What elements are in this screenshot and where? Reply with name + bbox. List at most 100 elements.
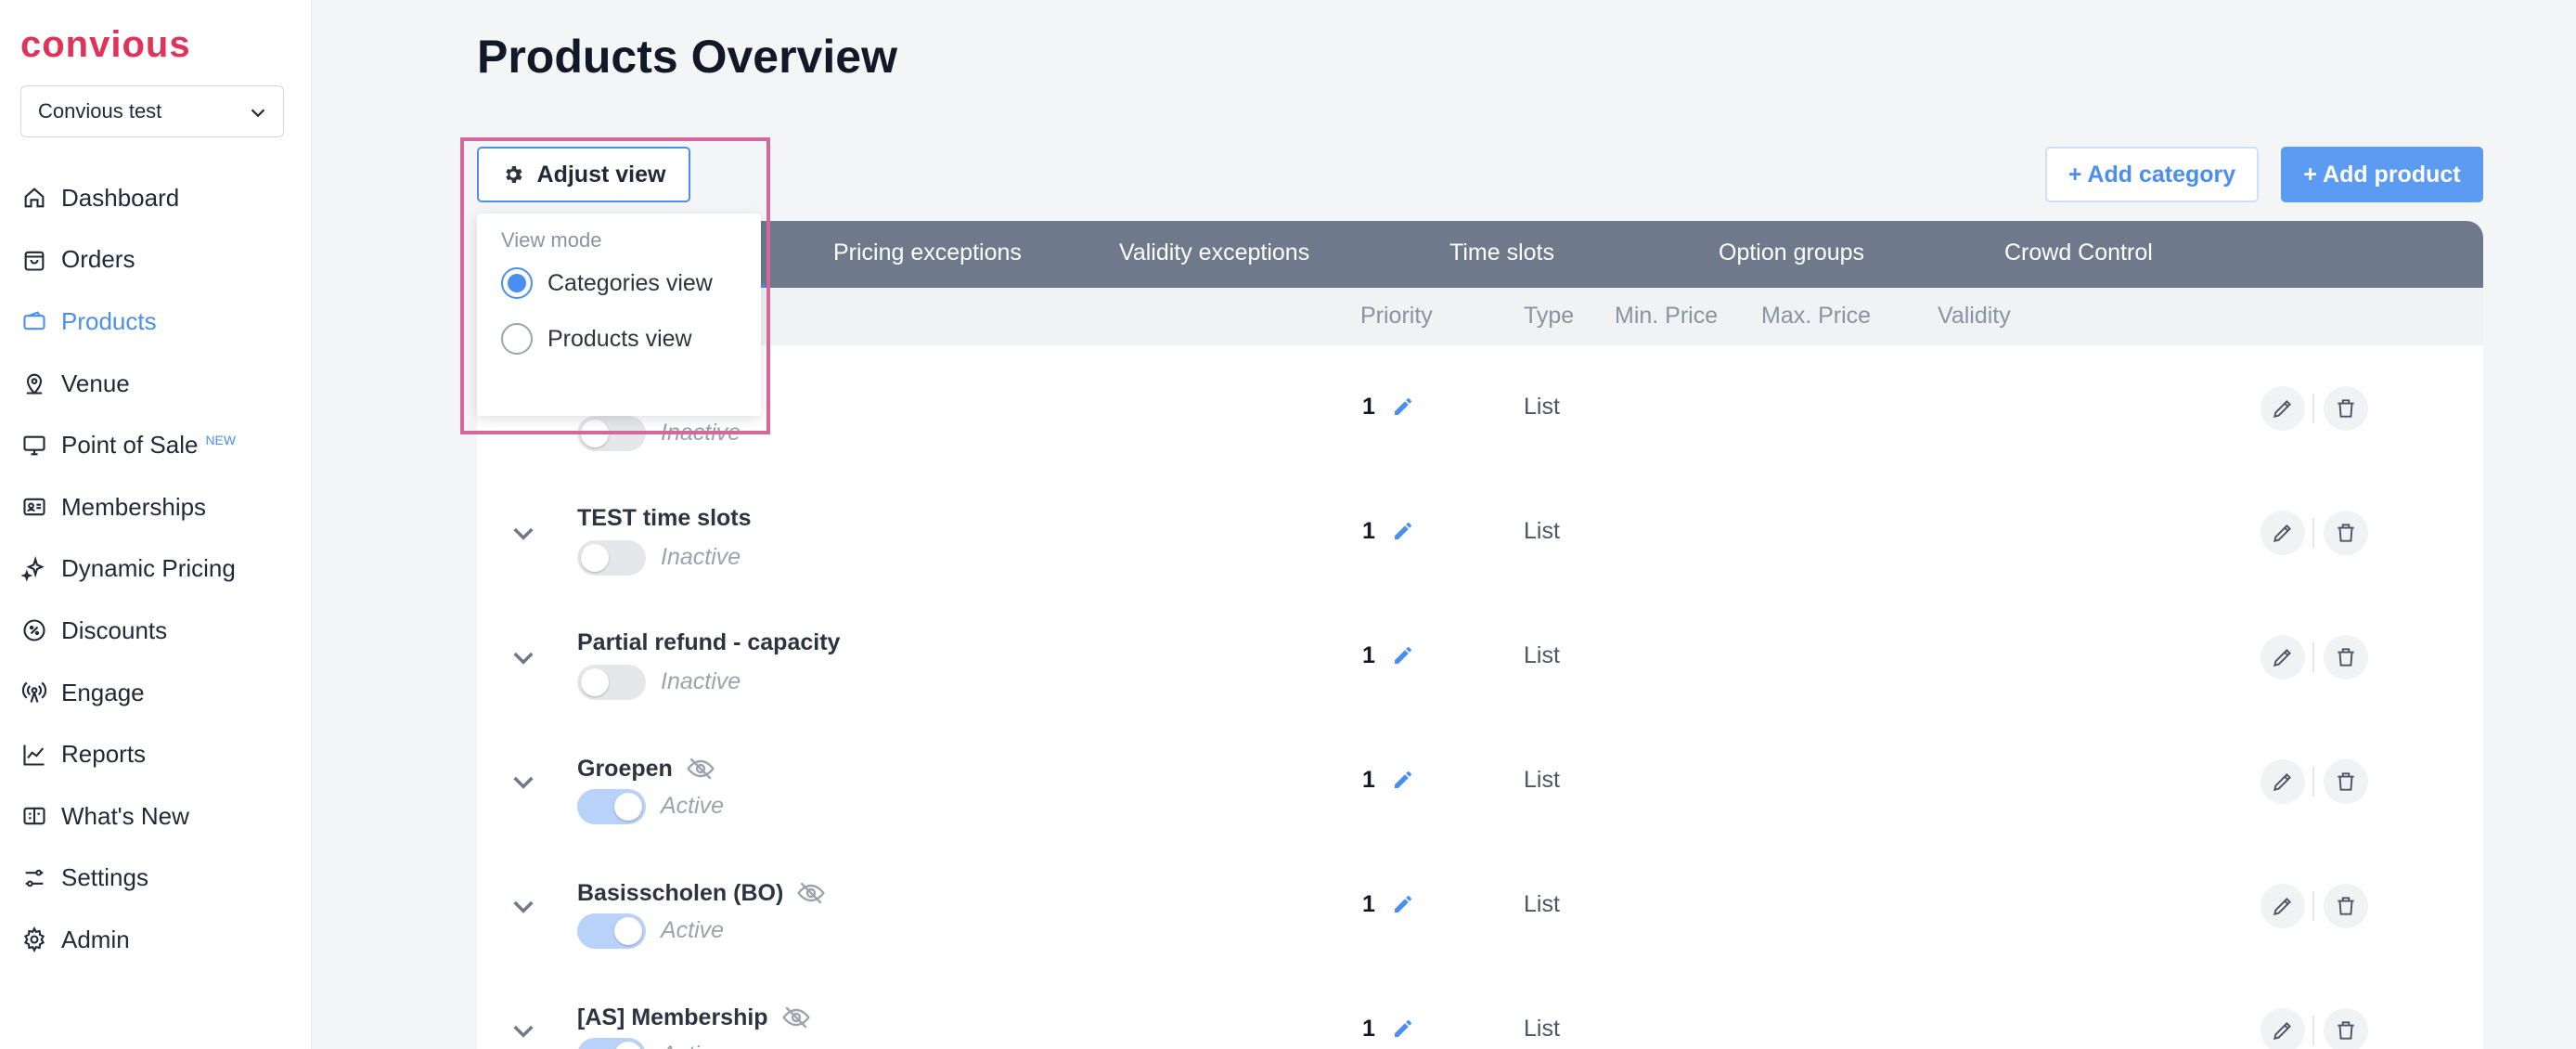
edit-priority-icon[interactable] (1392, 644, 1414, 667)
sidebar-item-label: Point of Sale (61, 431, 199, 460)
view-option-label: Categories view (547, 269, 713, 296)
sidebar-item-venue[interactable]: Venue (20, 353, 299, 415)
sidebar: convious Convious test Dashboard Orders … (0, 0, 312, 1049)
sidebar-item-label: Discounts (61, 615, 168, 644)
status-toggle[interactable] (577, 540, 646, 576)
shopping-bag-icon (20, 246, 48, 274)
expand-chevron-icon[interactable] (509, 642, 538, 672)
sidebar-item-point-of-sale[interactable]: Point of Sale NEW (20, 414, 299, 476)
tab-validity-exceptions[interactable]: Validity exceptions (1119, 240, 1309, 266)
sidebar-item-memberships[interactable]: Memberships (20, 476, 299, 538)
edit-button[interactable] (2260, 511, 2305, 555)
priority-value: 1 (1362, 518, 1375, 544)
status-toggle[interactable] (577, 416, 646, 451)
column-max-price[interactable]: Max. Price (1761, 303, 1871, 330)
status-toggle[interactable] (577, 1038, 646, 1049)
sidebar-item-label: Admin (61, 925, 130, 953)
table-row[interactable]: Basisscholen (BO) Active 1 List (477, 843, 2483, 967)
table-row[interactable]: [AS] Membership Active 1 List (477, 967, 2483, 1049)
toggle-knob (581, 420, 609, 447)
monitor-icon (20, 432, 48, 460)
sidebar-item-label: Products (61, 306, 157, 335)
tab-pricing-exceptions[interactable]: Pricing exceptions (833, 240, 1022, 266)
delete-button[interactable] (2324, 386, 2368, 431)
chevron-down-icon (251, 109, 265, 118)
sidebar-item-whats-new[interactable]: What's New (20, 785, 299, 848)
toggle-knob (581, 544, 609, 572)
status-toggle[interactable] (577, 789, 646, 824)
sidebar-item-engage[interactable]: Engage (20, 662, 299, 724)
add-category-button[interactable]: + Add category (2045, 147, 2259, 202)
expand-chevron-icon[interactable] (509, 891, 538, 921)
edit-button[interactable] (2260, 884, 2305, 928)
sidebar-item-orders[interactable]: Orders (20, 229, 299, 291)
sidebar-item-label: Venue (61, 369, 130, 397)
radio-button[interactable] (501, 267, 533, 299)
edit-button[interactable] (2260, 1008, 2305, 1049)
column-type[interactable]: Type (1524, 303, 1574, 330)
sidebar-item-admin[interactable]: Admin (20, 909, 299, 971)
delete-button[interactable] (2324, 1008, 2368, 1049)
delete-button[interactable] (2324, 635, 2368, 680)
sidebar-item-discounts[interactable]: Discounts (20, 600, 299, 662)
radio-button[interactable] (501, 323, 533, 355)
action-divider (2312, 394, 2314, 423)
edit-button[interactable] (2260, 386, 2305, 431)
column-header-row: Priority Type Min. Price Max. Price Vali… (477, 288, 2483, 345)
brand-logo[interactable]: convious (20, 24, 191, 66)
edit-button[interactable] (2260, 759, 2305, 804)
broadcast-icon (20, 679, 48, 706)
expand-chevron-icon[interactable] (509, 767, 538, 796)
delete-button[interactable] (2324, 759, 2368, 804)
sidebar-item-label: Orders (61, 245, 135, 274)
sidebar-item-settings[interactable]: Settings (20, 848, 299, 910)
add-product-button[interactable]: + Add product (2281, 147, 2483, 202)
category-name: Groepen (577, 755, 673, 782)
edit-button[interactable] (2260, 635, 2305, 680)
sidebar-item-products[interactable]: Products (20, 291, 299, 353)
expand-chevron-icon[interactable] (509, 1016, 538, 1045)
sidebar-item-reports[interactable]: Reports (20, 723, 299, 785)
eye-off-icon (781, 1006, 810, 1029)
delete-button[interactable] (2324, 884, 2368, 928)
sidebar-item-dynamic-pricing[interactable]: Dynamic Pricing (20, 538, 299, 601)
tab-option-groups[interactable]: Option groups (1719, 240, 1864, 266)
type-value: List (1524, 642, 1560, 668)
delete-button[interactable] (2324, 511, 2368, 555)
eye-off-icon (687, 758, 715, 780)
priority-value: 1 (1362, 767, 1375, 793)
status-label: Inactive (661, 668, 741, 694)
home-icon (20, 184, 48, 212)
table-row[interactable]: TEST time slots Inactive 1 List (477, 470, 2483, 594)
new-badge: NEW (205, 432, 237, 447)
status-toggle[interactable] (577, 665, 646, 700)
products-table: Pricing exceptions Validity exceptions T… (477, 221, 2483, 1049)
column-validity[interactable]: Validity (1938, 303, 2011, 330)
edit-priority-icon[interactable] (1392, 893, 1414, 915)
discount-badge-icon (20, 616, 48, 644)
expand-chevron-icon[interactable] (509, 518, 538, 548)
table-row[interactable]: Groepen Active 1 List (477, 719, 2483, 843)
edit-priority-icon[interactable] (1392, 520, 1414, 542)
adjust-view-button[interactable]: Adjust view (477, 147, 690, 202)
view-option-categories[interactable]: Categories view (501, 267, 713, 299)
table-row[interactable]: Inactive 1 List (477, 345, 2483, 470)
status-toggle[interactable] (577, 913, 646, 949)
category-name: [AS] Membership (577, 1004, 768, 1030)
tab-time-slots[interactable]: Time slots (1449, 240, 1554, 266)
trash-icon (2338, 772, 2354, 791)
column-priority[interactable]: Priority (1360, 303, 1433, 330)
sidebar-item-dashboard[interactable]: Dashboard (20, 167, 299, 229)
sliders-icon (20, 864, 48, 892)
tab-crowd-control[interactable]: Crowd Control (2004, 240, 2153, 266)
edit-priority-icon[interactable] (1392, 1017, 1414, 1040)
line-chart-icon (20, 741, 48, 769)
page-title: Products Overview (477, 31, 897, 83)
account-selector[interactable]: Convious test (20, 85, 284, 137)
table-row[interactable]: Partial refund - capacity Inactive 1 Lis… (477, 594, 2483, 719)
edit-priority-icon[interactable] (1392, 395, 1414, 418)
edit-priority-icon[interactable] (1392, 769, 1414, 791)
column-min-price[interactable]: Min. Price (1615, 303, 1718, 330)
pencil-icon (2273, 1022, 2291, 1041)
view-option-products[interactable]: Products view (501, 323, 692, 355)
